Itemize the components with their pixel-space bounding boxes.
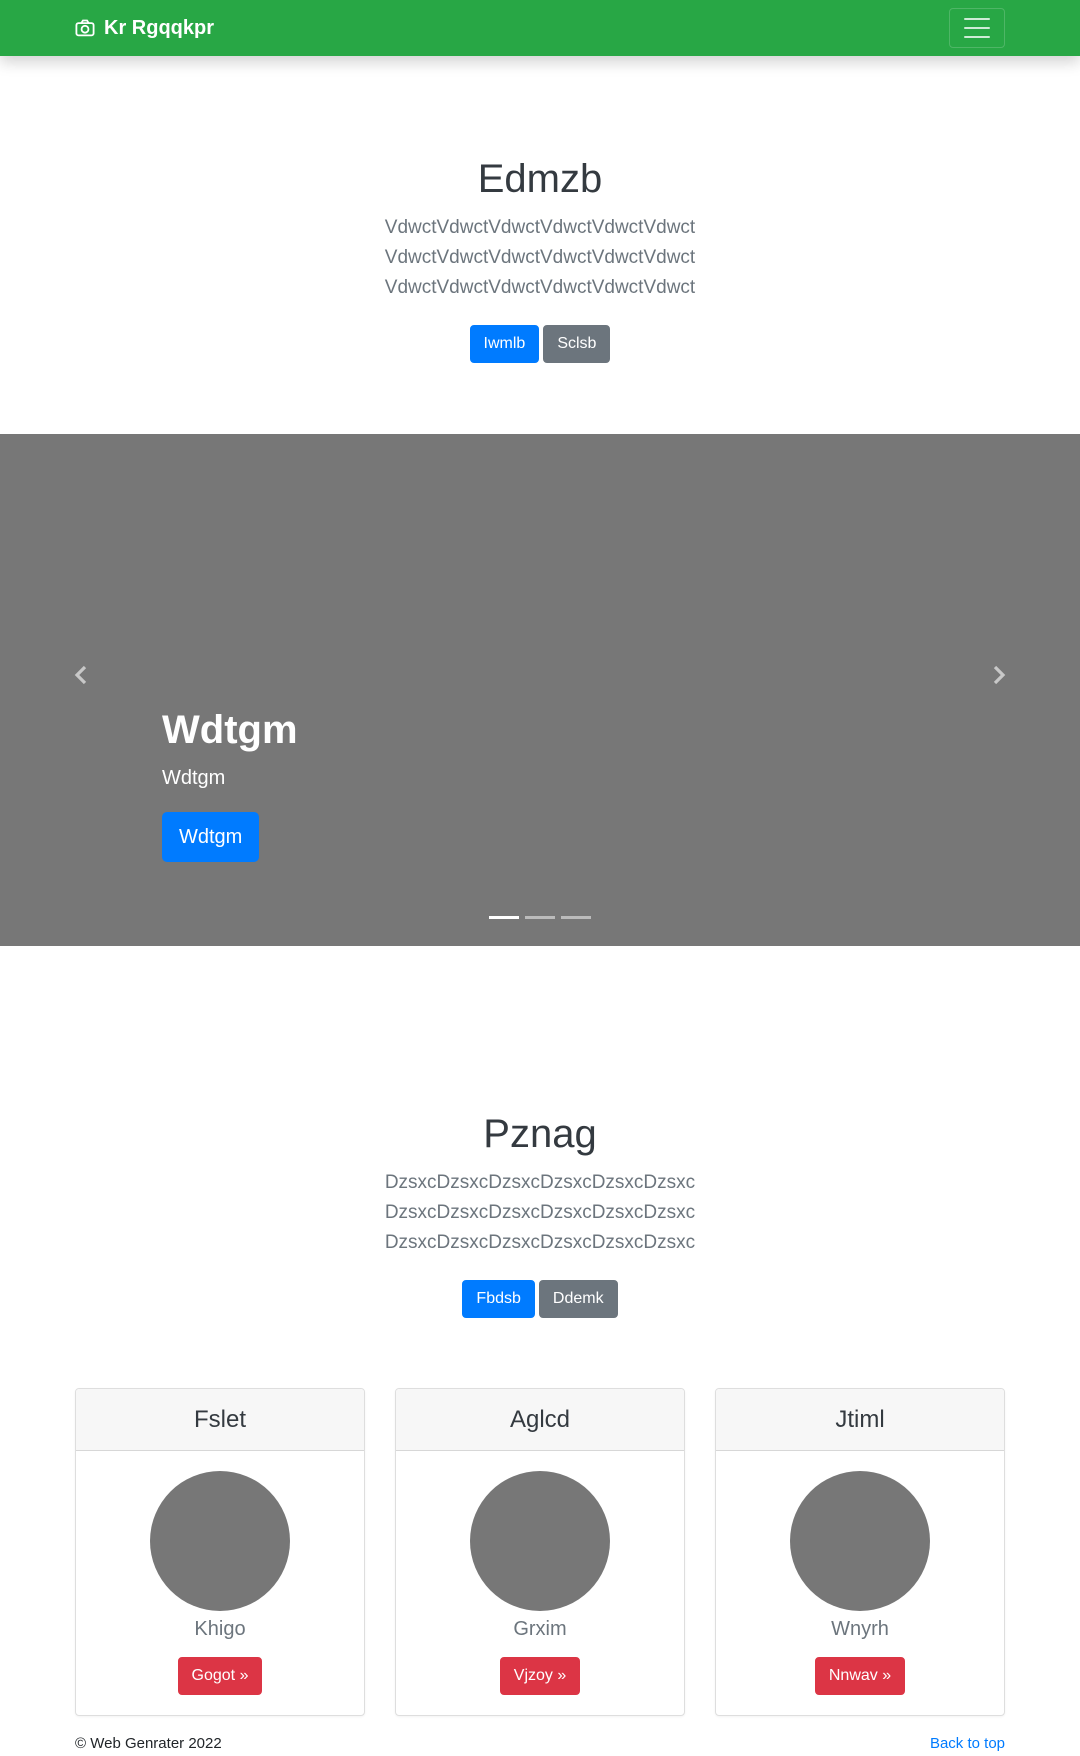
card-button[interactable]: Vjzoy » [499, 1657, 581, 1695]
card-name: Wnyrh [831, 1618, 889, 1640]
navbar: Kr Rgqqkpr [0, 0, 1080, 56]
hero-primary-button[interactable]: Iwmlb [469, 325, 540, 363]
hero-text: VdwctVdwctVdwctVdwctVdwctVdwct VdwctVdwc… [384, 217, 696, 298]
carousel-indicator-1[interactable] [489, 916, 519, 919]
footer: © Web Genrater 2022 Back to top [75, 1734, 1005, 1754]
carousel-indicator-2[interactable] [525, 916, 555, 919]
chevron-left-icon [74, 665, 87, 685]
card-name: Khigo [194, 1618, 246, 1640]
brand-name: Kr Rgqqkpr [104, 17, 214, 39]
album-primary-button[interactable]: Fbdsb [462, 1280, 535, 1318]
carousel: Wdtgm Wdtgm Wdtgm [0, 434, 1080, 946]
camera-icon [75, 19, 95, 37]
album-title: Pznag [483, 1112, 597, 1156]
card: Aglcd Grxim Vjzoy » [395, 1388, 685, 1716]
carousel-caption: Wdtgm Wdtgm Wdtgm [162, 706, 298, 862]
back-to-top-link[interactable]: Back to top [930, 1734, 1005, 1754]
chevron-right-icon [993, 665, 1006, 685]
avatar [790, 1471, 930, 1611]
carousel-next-button[interactable] [984, 660, 1014, 690]
card-button[interactable]: Gogot » [177, 1657, 263, 1695]
card-deck: Fslet Khigo Gogot » Aglcd Grxim Vjzoy » … [75, 1388, 1005, 1716]
hero-secondary-button[interactable]: Sclsb [543, 325, 611, 363]
carousel-button[interactable]: Wdtgm [162, 812, 260, 862]
hamburger-menu-icon [964, 18, 990, 20]
carousel-indicator-3[interactable] [561, 916, 591, 919]
navbar-toggler-button[interactable] [949, 8, 1005, 48]
card-header: Jtiml [716, 1389, 1004, 1451]
card-button[interactable]: Nnwav » [814, 1657, 906, 1695]
card-header: Fslet [76, 1389, 364, 1451]
carousel-indicators [0, 916, 1080, 919]
album-text: DzsxcDzsxcDzsxcDzsxcDzsxcDzsxc DzsxcDzsx… [384, 1172, 696, 1253]
album-secondary-button[interactable]: Ddemk [538, 1280, 618, 1318]
card: Fslet Khigo Gogot » [75, 1388, 365, 1716]
hero-section: Edmzb VdwctVdwctVdwctVdwctVdwctVdwct Vdw… [0, 155, 1080, 363]
card-header: Aglcd [396, 1389, 684, 1451]
brand-link[interactable]: Kr Rgqqkpr [75, 17, 214, 39]
avatar [470, 1471, 610, 1611]
card: Jtiml Wnyrh Nnwav » [715, 1388, 1005, 1716]
carousel-prev-button[interactable] [66, 660, 96, 690]
carousel-subtitle: Wdtgm [162, 767, 226, 789]
hero-title: Edmzb [477, 157, 603, 201]
carousel-title: Wdtgm [162, 708, 298, 752]
card-name: Grxim [513, 1618, 567, 1640]
album-section: Pznag DzsxcDzsxcDzsxcDzsxcDzsxcDzsxc Dzs… [0, 1110, 1080, 1318]
avatar [150, 1471, 290, 1611]
copyright-text: © Web Genrater 2022 [75, 1735, 222, 1752]
